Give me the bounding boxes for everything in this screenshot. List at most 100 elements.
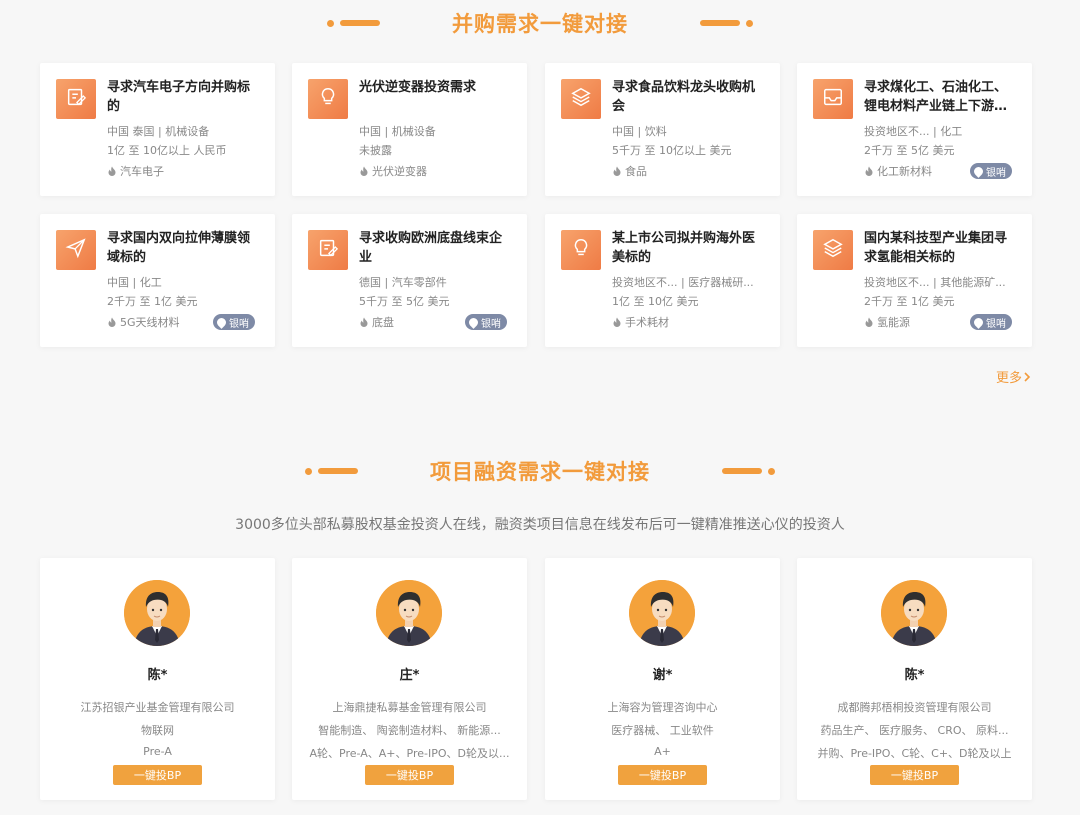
investor-card[interactable]: 庄* 上海鼎捷私募基金管理有限公司智能制造、 陶瓷制造材料、 新能源... A轮、P… — [292, 558, 527, 800]
deal-tag-label: 化工新材料 — [877, 165, 932, 178]
deal-title: 寻求食品饮料龙头收购机会 — [612, 80, 756, 114]
more-link-label: 更多 — [995, 371, 1022, 386]
flame-icon — [108, 317, 116, 327]
deal-amount: 5千万 至 5亿 美元 — [359, 295, 450, 308]
deal-icon-box — [813, 79, 853, 119]
submit-bp-button[interactable]: 一键投BP — [870, 765, 959, 785]
investor-sectors: 物联网 — [141, 724, 174, 737]
deal-icon-box — [813, 230, 853, 270]
deal-amount: 未披露 — [359, 144, 392, 157]
investor-card[interactable]: 陈* 成都腾邦梧桐投资管理有限公司药品生产、 医疗服务、 CRO、 原料... 并购… — [797, 558, 1032, 800]
deal-amount: 1亿 至 10亿以上 人民币 — [107, 144, 227, 157]
submit-bp-button[interactable]: 一键投BP — [113, 765, 202, 785]
deal-card[interactable]: 某上市公司拟并购海外医美标的 投资地区不... | 医疗器械研... 1亿 至 10… — [545, 214, 780, 347]
deal-region-industry: 中国 | 化工 — [107, 276, 162, 289]
deal-tag-label: 汽车电子 — [120, 165, 164, 178]
avatar-icon — [376, 580, 442, 646]
badge-drop-icon — [972, 164, 985, 178]
investor-company: 成都腾邦梧桐投资管理有限公司 — [837, 701, 992, 714]
deal-amount: 2千万 至 1亿 美元 — [864, 295, 955, 308]
investor-company: 上海鼎捷私募基金管理有限公司 — [332, 701, 487, 714]
deal-region-industry: 中国 | 机械设备 — [359, 125, 436, 138]
avatar — [124, 580, 190, 646]
deal-title: 国内某科技型产业集团寻求氢能相关标的 — [864, 231, 1008, 265]
deal-tag: 汽车电子 — [107, 163, 164, 179]
deal-region-industry: 投资地区不... | 化工 — [864, 125, 963, 138]
title-decoration-right — [700, 19, 753, 27]
investor-name: 谢* — [652, 668, 673, 683]
deal-tag: 5G天线材料 — [107, 314, 180, 330]
lightbulb-icon — [570, 237, 592, 263]
deal-icon-box — [561, 79, 601, 119]
deal-tag: 光伏逆变器 — [359, 163, 427, 179]
deal-card[interactable]: 寻求食品饮料龙头收购机会中国 | 饮料 5千万 至 10亿以上 美元食品 — [545, 63, 780, 196]
deal-icon-box — [56, 79, 96, 119]
badge-drop-icon — [215, 315, 228, 329]
submit-bp-button[interactable]: 一键投BP — [365, 765, 454, 785]
badge-drop-icon — [972, 315, 985, 329]
badge-label: 银哨 — [986, 318, 1006, 330]
paper-plane-icon — [65, 237, 87, 263]
deal-region-industry: 中国 泰国 | 机械设备 — [107, 125, 210, 138]
deal-card[interactable]: 寻求国内双向拉伸薄膜领域标的 中国 | 化工 2千万 至 1亿 美元 5G天线材料 银哨 — [40, 214, 275, 347]
investor-sectors: 医疗器械、 工业软件 — [611, 724, 714, 737]
investor-card[interactable]: 谢* 上海容为管理咨询中心 医疗器械、 工业软件 A+ 一键投BP — [545, 558, 780, 800]
investor-name: 庄* — [399, 668, 420, 683]
investor-sectors: 智能制造、 陶瓷制造材料、 新能源... — [318, 724, 501, 737]
deal-tag-label: 底盘 — [372, 316, 394, 329]
title-decoration-left — [327, 19, 380, 27]
flame-icon — [865, 317, 873, 327]
submit-bp-button[interactable]: 一键投BP — [618, 765, 707, 785]
badge-label: 银哨 — [481, 318, 501, 330]
investor-name: 陈* — [904, 668, 925, 683]
ma-section-title: 并购需求一键对接 — [0, 8, 1080, 38]
edit-note-icon — [317, 237, 339, 263]
deal-title: 某上市公司拟并购海外医美标的 — [612, 231, 756, 265]
deal-title: 寻求收购欧洲底盘线束企业 — [359, 231, 503, 265]
deal-tag: 化工新材料 — [864, 163, 932, 179]
deal-title: 寻求汽车电子方向并购标的 — [107, 80, 251, 114]
badge-label: 银哨 — [229, 318, 249, 330]
investor-stages: Pre-A — [143, 745, 172, 758]
deal-region-industry: 投资地区不... | 其他能源矿... — [864, 276, 1006, 289]
deal-region-industry: 中国 | 饮料 — [612, 125, 667, 138]
avatar-icon — [629, 580, 695, 646]
deal-card[interactable]: 寻求煤化工、石油化工、锂电材料产业链上下游企业投资地区不... | 化工 2千万 … — [797, 63, 1032, 196]
investor-card[interactable]: 陈* 江苏招银产业基金管理有限公司 物联网 Pre-A 一键投BP — [40, 558, 275, 800]
silver-badge: 银哨 — [213, 314, 255, 330]
silver-badge: 银哨 — [970, 314, 1012, 330]
deal-title: 寻求国内双向拉伸薄膜领域标的 — [107, 231, 251, 265]
deal-title: 寻求煤化工、石油化工、锂电材料产业链上下游企业 — [864, 80, 1008, 114]
deal-card[interactable]: 寻求汽车电子方向并购标的中国 泰国 | 机械设备 1亿 至 10亿以上 人民币汽车… — [40, 63, 275, 196]
deal-tag-label: 食品 — [625, 165, 647, 178]
silver-badge: 银哨 — [465, 314, 507, 330]
deal-tag: 底盘 — [359, 314, 394, 330]
investor-stages: 并购、Pre-IPO、C轮、C+、D轮及以上 — [817, 747, 1012, 760]
deal-tag-label: 5G天线材料 — [120, 316, 180, 329]
investor-sectors: 药品生产、 医疗服务、 CRO、 原料... — [820, 724, 1009, 737]
chevron-right-icon — [1024, 371, 1031, 382]
deal-amount: 2千万 至 5亿 美元 — [864, 144, 955, 157]
deal-icon-box — [561, 230, 601, 270]
investor-stages: A+ — [654, 745, 671, 758]
investor-company: 上海容为管理咨询中心 — [607, 701, 718, 714]
layers-icon — [570, 86, 592, 112]
deal-amount: 5千万 至 10亿以上 美元 — [612, 144, 732, 157]
deal-tag-label: 氢能源 — [877, 316, 910, 329]
deal-tag-label: 光伏逆变器 — [372, 165, 427, 178]
silver-badge: 银哨 — [970, 163, 1012, 179]
deal-amount: 1亿 至 10亿 美元 — [612, 295, 699, 308]
avatar-icon — [124, 580, 190, 646]
deal-card[interactable]: 光伏逆变器投资需求 中国 | 机械设备 未披露 光伏逆变器 — [292, 63, 527, 196]
avatar — [376, 580, 442, 646]
flame-icon — [613, 166, 621, 176]
deal-card[interactable]: 寻求收购欧洲底盘线束企业 德国 | 汽车零部件 5千万 至 5亿 美元 底盘 银哨 — [292, 214, 527, 347]
investor-stages: A轮、Pre-A、A+、Pre-IPO、D轮及以... — [309, 747, 510, 760]
deal-card[interactable]: 国内某科技型产业集团寻求氢能相关标的投资地区不... | 其他能源矿... 2千万… — [797, 214, 1032, 347]
deal-icon-box — [308, 79, 348, 119]
more-link[interactable]: 更多 — [996, 367, 1032, 386]
deal-tag: 手术耗材 — [612, 314, 669, 330]
badge-drop-icon — [467, 315, 480, 329]
title-decoration-left — [305, 467, 358, 475]
deal-tag: 食品 — [612, 163, 647, 179]
